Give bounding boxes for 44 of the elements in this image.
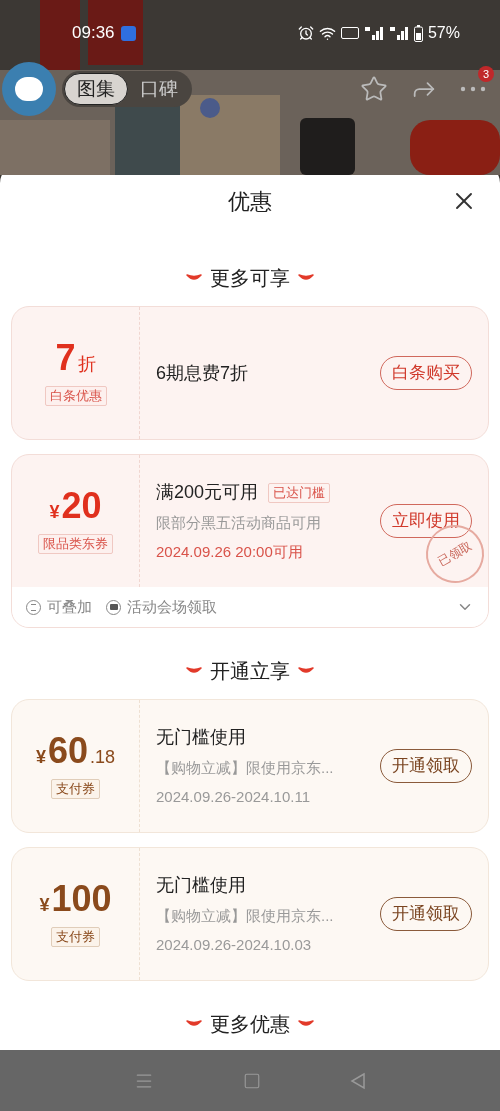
coupon-tag: 支付券 xyxy=(51,779,100,799)
coupon-detail: 【购物立减】限使用京东... xyxy=(156,758,335,778)
smile-mark-icon xyxy=(186,1020,202,1028)
battery-level: 57% xyxy=(427,23,460,43)
signal-icon xyxy=(388,26,409,40)
more-icon[interactable] xyxy=(460,86,486,92)
hd-icon xyxy=(340,27,359,39)
section-heading: 更多优惠 xyxy=(210,1012,290,1037)
coupon-tag: 支付券 xyxy=(51,927,100,947)
coupon-amount: ¥60.18 xyxy=(35,733,116,771)
back-icon[interactable] xyxy=(349,1071,366,1090)
coupon-amount: 7 折 xyxy=(55,340,96,378)
smile-mark-icon xyxy=(298,274,314,282)
validity-time: 2024.09.26 20:00可用 xyxy=(156,541,304,562)
header-tab[interactable]: 图集 xyxy=(64,73,128,105)
favorite-icon[interactable] xyxy=(360,75,388,103)
status-time: 09:36 xyxy=(72,22,115,45)
coupon-amount: ¥20 xyxy=(49,488,102,526)
battery-icon xyxy=(413,24,423,42)
signal-icon xyxy=(363,26,384,40)
coupon-amount: ¥100 xyxy=(39,881,112,919)
coupon-tag: 限品类东券 xyxy=(38,534,113,554)
smile-mark-icon xyxy=(298,1020,314,1028)
alarm-icon xyxy=(297,25,314,41)
coupon-title: 满200元可用 xyxy=(156,481,259,504)
sheet-title: 优惠 xyxy=(228,187,272,216)
coupon-detail: 2024.09.26-2024.10.11 xyxy=(156,786,312,807)
header-tab[interactable]: 口碑 xyxy=(128,73,190,105)
smile-mark-icon xyxy=(298,667,314,675)
section-heading: 更多可享 xyxy=(210,266,290,291)
coupon-title: 无门槛使用 xyxy=(156,726,246,749)
coupon-title: 无门槛使用 xyxy=(156,874,246,897)
coupon-title: 6期息费7折 xyxy=(156,361,249,385)
coupon-feature: 活动会场领取 xyxy=(127,596,217,617)
smile-mark-icon xyxy=(186,274,202,282)
section-heading: 开通立享 xyxy=(210,659,290,684)
coupon-feature: 可叠加 xyxy=(47,596,92,617)
coupon-detail: 【购物立减】限使用京东... xyxy=(156,906,335,926)
smile-mark-icon xyxy=(186,667,202,675)
coupon-detail: 2024.09.26-2024.10.03 xyxy=(156,934,313,955)
threshold-badge: 已达门槛 xyxy=(268,482,331,503)
home-icon[interactable] xyxy=(243,1071,261,1090)
coupon-detail: 限部分黑五活动商品可用 xyxy=(156,513,322,533)
coupon-tag: 白条优惠 xyxy=(44,386,107,406)
